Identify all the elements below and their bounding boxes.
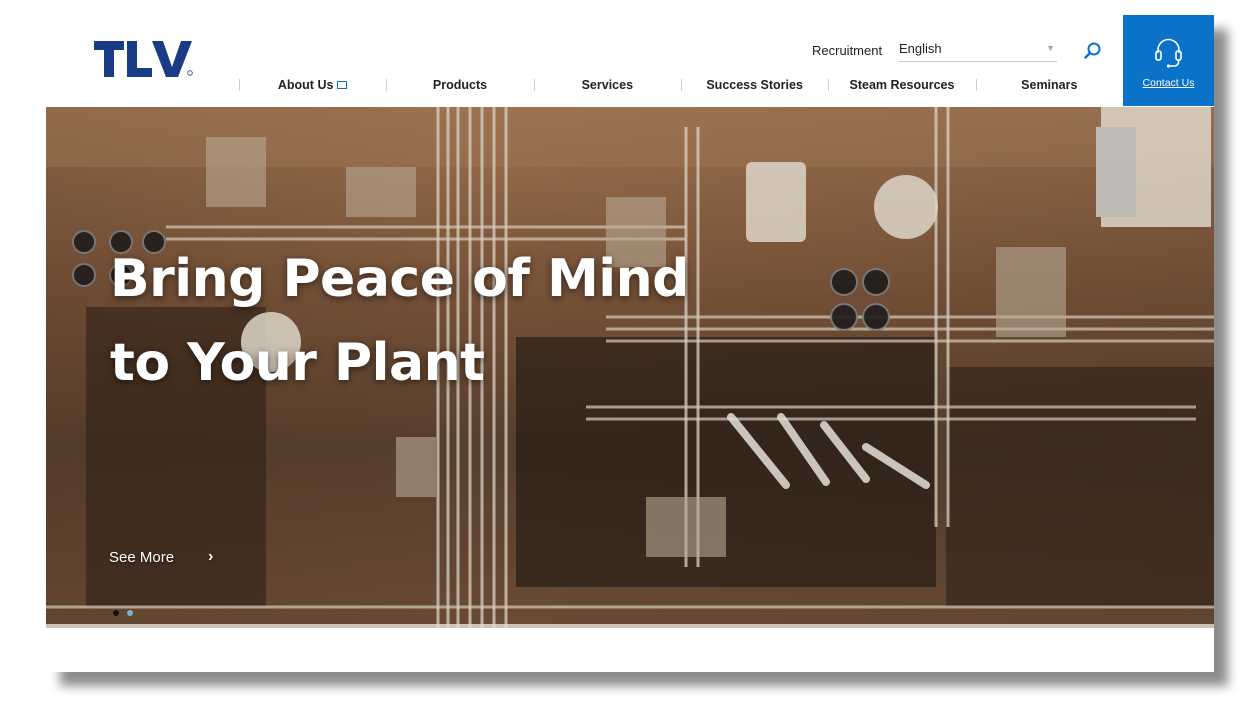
nav-item-label: Seminars — [1021, 78, 1078, 92]
chevron-down-icon: ▼ — [1046, 43, 1055, 53]
nav-item-success-stories[interactable]: Success Stories — [680, 73, 828, 97]
main-nav: About Us Products Services Success Stori… — [239, 73, 1123, 97]
nav-item-products[interactable]: Products — [386, 73, 533, 97]
page-bottom-area — [46, 628, 1214, 672]
nav-item-label: Steam Resources — [849, 78, 955, 92]
nav-item-label: Products — [432, 78, 488, 92]
see-more-link[interactable]: See More › — [109, 548, 213, 566]
tlv-logo[interactable] — [94, 37, 194, 81]
recruitment-link[interactable]: Recruitment — [812, 43, 882, 58]
nav-item-services[interactable]: Services — [533, 73, 681, 97]
contact-us-label: Contact Us — [1142, 77, 1195, 89]
hero-headline-line2: to Your Plant — [110, 333, 485, 393]
hero-carousel: Bring Peace of Mind to Your Plant See Mo… — [46, 107, 1214, 628]
contact-us-button[interactable]: Contact Us — [1123, 15, 1214, 106]
carousel-pagination — [113, 610, 133, 616]
search-icon — [1084, 42, 1101, 59]
search-button[interactable] — [1083, 41, 1103, 61]
nav-item-label: Success Stories — [706, 78, 803, 92]
headset-icon — [1153, 37, 1184, 69]
external-window-icon — [337, 80, 348, 89]
nav-item-steam-resources[interactable]: Steam Resources — [828, 73, 975, 97]
nav-item-about-us[interactable]: About Us — [239, 73, 386, 97]
hero-headline: Bring Peace of Mind to Your Plant — [110, 237, 689, 405]
utility-bar: Recruitment — [812, 39, 882, 58]
nav-item-seminars[interactable]: Seminars — [975, 73, 1123, 97]
language-select-value: English — [899, 41, 942, 56]
chevron-right-icon: › — [208, 548, 214, 565]
hero-headline-line1: Bring Peace of Mind — [110, 249, 689, 309]
nav-item-label: Services — [581, 78, 634, 92]
browser-page: Recruitment English ▼ Contact Us About U… — [46, 15, 1214, 672]
language-select[interactable]: English ▼ — [899, 41, 1057, 62]
see-more-label: See More — [109, 548, 175, 566]
carousel-dot-2[interactable] — [127, 610, 133, 616]
carousel-dot-1[interactable] — [113, 610, 119, 616]
nav-item-label: About Us — [277, 78, 334, 92]
